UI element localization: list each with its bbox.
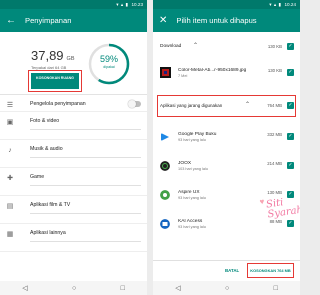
game-label: Game	[30, 174, 45, 180]
music-label: Musik & audio	[30, 146, 63, 152]
select-items-screen: ▾ ▴ ▮ 10.24 ✕ Pilih item untuk dihapus D…	[153, 0, 300, 295]
file-size: 130 KB	[267, 68, 282, 73]
download-section-header[interactable]: Download ⌃ 130 KB ✓	[153, 40, 300, 54]
game-row[interactable]: ✚ Game	[0, 168, 147, 196]
apps-section-header[interactable]: Aplikasi yang jarang digunakan ⌃ 764 MB …	[153, 99, 300, 113]
list-item[interactable]: Color-Metal-Ab...r-950x1689.jpg 7 Mei 13…	[153, 64, 300, 82]
usage-percent: 59%	[99, 54, 118, 64]
cancel-button[interactable]: BATAL	[225, 268, 239, 273]
other-apps-usage-bar	[30, 241, 141, 242]
app-last-used: 93 hari yang lalu	[178, 196, 206, 200]
nav-home-icon[interactable]: ○	[72, 285, 76, 292]
status-bar: ▾ ▴ ▮ 10.23	[0, 0, 147, 9]
gamepad-icon: ✚	[7, 175, 13, 182]
app-last-used: 103 hari yang lalu	[178, 167, 208, 171]
app-last-used: 93 hari yang lalu	[178, 138, 206, 142]
usage-label: dipakai	[103, 65, 115, 69]
photos-usage-bar	[30, 129, 141, 130]
photo-icon: ▣	[6, 119, 14, 126]
aspire-ux-icon	[160, 190, 170, 200]
app-bar: ← Penyimpanan	[0, 9, 147, 32]
app-size: 332 MB	[267, 132, 282, 137]
music-icon: ♪	[8, 147, 12, 154]
music-usage-bar	[30, 157, 141, 158]
status-time: 10.23	[131, 2, 144, 7]
app-bar: ✕ Pilih item untuk dihapus	[153, 9, 300, 32]
used-value: 37,89	[31, 48, 64, 63]
heart-icon: ♥	[259, 196, 266, 207]
file-date: 7 Mei	[178, 74, 188, 78]
other-apps-row[interactable]: ▦ Aplikasi lainnya	[0, 224, 147, 252]
navigation-bar: ◁ ○ □	[153, 281, 300, 295]
game-usage-bar	[30, 185, 141, 186]
storage-manager-label: Pengelola penyimpanan	[30, 101, 86, 107]
nav-recents-icon[interactable]: □	[274, 285, 278, 292]
storage-manager-row[interactable]: ☰ Pengelola penyimpanan	[0, 95, 147, 112]
chevron-up-icon[interactable]: ⌃	[193, 42, 198, 49]
apps-icon: ▦	[6, 231, 14, 238]
status-icons: ▾ ▴ ▮	[116, 1, 129, 7]
storage-manager-toggle[interactable]	[128, 100, 141, 108]
music-row[interactable]: ♪ Musik & audio	[0, 140, 147, 168]
apps-section-checkbox[interactable]: ✓	[287, 102, 294, 109]
nav-back-icon[interactable]: ◁	[175, 284, 180, 292]
status-time: 10.24	[284, 2, 297, 7]
file-checkbox[interactable]: ✓	[287, 69, 294, 76]
download-section-checkbox[interactable]: ✓	[287, 43, 294, 50]
watermark-text: Siti Syarah	[265, 197, 300, 221]
list-item[interactable]: Google Play Buku 93 hari yang lalu 332 M…	[153, 128, 300, 146]
photos-row[interactable]: ▣ Foto & video	[0, 112, 147, 140]
app-name: KAI Access	[178, 219, 203, 224]
app-last-used: 93 hari yang lalu	[178, 225, 206, 229]
used-caption: Terpakai dari 64 GB	[31, 65, 67, 70]
app-name: Aspire UX	[178, 190, 200, 195]
chevron-up-icon[interactable]: ⌃	[245, 101, 250, 108]
movie-icon: ▤	[6, 203, 14, 210]
apps-section-label: Aplikasi yang jarang digunakan	[160, 103, 223, 108]
download-section-label: Download	[160, 44, 182, 49]
movies-row[interactable]: ▤ Aplikasi film & TV	[0, 196, 147, 224]
storage-manager-icon: ☰	[6, 102, 14, 109]
movies-label: Aplikasi film & TV	[30, 202, 71, 208]
free-up-space-button[interactable]: KOSONGKAN RUANG	[28, 70, 82, 92]
app-name: JOOX	[178, 161, 192, 166]
used-unit: GB	[66, 56, 75, 62]
download-section-size: 130 KB	[267, 44, 282, 49]
storage-summary: 37,89 GB Terpakai dari 64 GB KOSONGKAN R…	[0, 32, 147, 95]
page-title: Penyimpanan	[25, 16, 72, 25]
app-name: Google Play Buku	[178, 132, 217, 137]
list-item[interactable]: JOOX 103 hari yang lalu 214 MB ✓	[153, 157, 300, 175]
file-name: Color-Metal-Ab...r-950x1689.jpg	[178, 68, 247, 73]
app-size: 214 MB	[267, 161, 282, 166]
watermark: ♥ Siti Syarah	[259, 193, 300, 227]
nav-back-icon[interactable]: ◁	[22, 284, 27, 292]
action-footer: BATAL KOSONGKAN 764 MB	[153, 260, 300, 280]
joox-icon	[160, 161, 170, 171]
kai-access-icon	[160, 219, 170, 229]
play-books-icon	[161, 133, 169, 141]
status-bar: ▾ ▴ ▮ 10.24	[153, 0, 300, 9]
app-checkbox[interactable]: ✓	[287, 162, 294, 169]
other-apps-label: Aplikasi lainnya	[30, 230, 66, 236]
status-icons: ▾ ▴ ▮	[269, 1, 282, 7]
app-checkbox[interactable]: ✓	[287, 133, 294, 140]
navigation-bar: ◁ ○ □	[0, 281, 147, 295]
nav-home-icon[interactable]: ○	[225, 285, 229, 292]
usage-readout: 59% dipakai	[86, 54, 132, 69]
free-space-button[interactable]: KOSONGKAN 764 MB	[247, 263, 294, 278]
image-thumbnail-icon	[160, 67, 171, 78]
page-title: Pilih item untuk dihapus	[176, 16, 257, 25]
photos-label: Foto & video	[30, 118, 60, 124]
movies-usage-bar	[30, 213, 141, 214]
storage-screen: ▾ ▴ ▮ 10.23 ← Penyimpanan 37,89 GB Terpa…	[0, 0, 147, 295]
close-icon[interactable]: ✕	[159, 15, 167, 26]
used-storage: 37,89 GB	[31, 48, 75, 63]
nav-recents-icon[interactable]: □	[121, 285, 125, 292]
apps-section-size: 764 MB	[267, 103, 282, 108]
back-arrow-icon[interactable]: ←	[6, 15, 16, 26]
